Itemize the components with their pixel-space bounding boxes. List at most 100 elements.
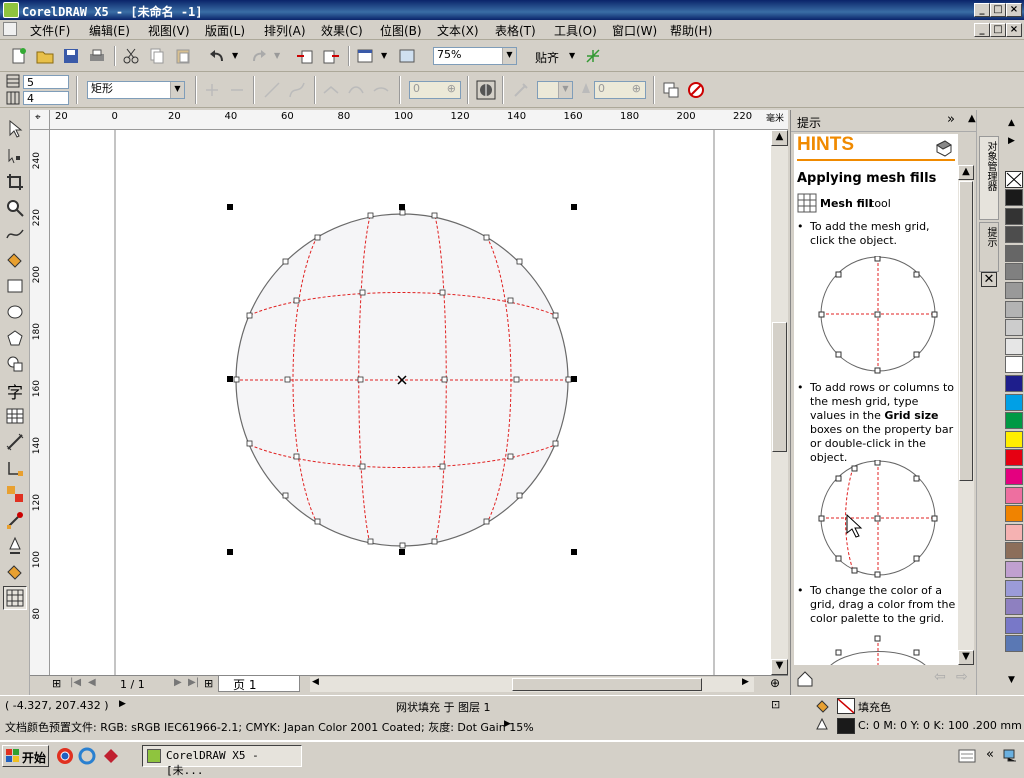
basic-shapes-tool-icon[interactable] [5, 354, 25, 374]
first-page-icon[interactable]: |◀ [70, 677, 81, 688]
doc-minimize-button[interactable]: _ [974, 23, 990, 37]
dimension-tool-icon[interactable] [5, 432, 25, 452]
scroll-right-button[interactable]: ▶ [742, 677, 749, 687]
keyboard-icon[interactable] [958, 749, 976, 763]
convert-to-curve-icon[interactable] [288, 81, 306, 99]
launcher-dropdown-arrow[interactable]: ▼ [381, 51, 387, 60]
blend-tool-icon[interactable] [5, 484, 25, 504]
cusp-node-icon[interactable] [322, 81, 340, 99]
table-tool-icon[interactable] [5, 406, 25, 426]
navigator-zoom-icon[interactable]: ⊕ [770, 676, 780, 690]
quicklaunch-app-icon[interactable] [102, 747, 120, 765]
crop-tool-icon[interactable] [5, 172, 25, 192]
export-icon[interactable] [322, 47, 340, 65]
color-swatch[interactable] [1005, 505, 1023, 523]
next-page-icon[interactable]: ▶ [174, 677, 182, 688]
print-icon[interactable] [88, 47, 106, 65]
color-swatch[interactable] [1005, 542, 1023, 560]
book-icon[interactable] [935, 140, 953, 158]
shape-tool-icon[interactable] [5, 146, 25, 166]
color-swatch[interactable] [1005, 319, 1023, 337]
scroll-left-button[interactable]: ◀ [312, 677, 319, 687]
paste-icon[interactable] [174, 47, 192, 65]
outline-color-swatch[interactable] [837, 718, 855, 734]
menu-view[interactable]: 视图(V) [148, 22, 190, 39]
zoom-level-dropdown[interactable]: 75% ▼ [433, 47, 517, 65]
color-swatch[interactable] [1005, 635, 1023, 653]
redo-icon[interactable] [250, 47, 268, 65]
scroll-down-button[interactable]: ▼ [771, 659, 788, 675]
palette-scroll-up-icon[interactable]: ▲ [1008, 118, 1015, 128]
internet-explorer-icon[interactable] [78, 747, 96, 765]
document-icon[interactable] [3, 22, 17, 36]
color-swatch[interactable] [1005, 412, 1023, 430]
blend-mode-dropdown[interactable]: ▼ [537, 81, 573, 99]
undo-icon[interactable] [208, 47, 226, 65]
copy-icon[interactable] [148, 47, 166, 65]
curve-smoothness-input[interactable]: 0 ⊕ [409, 81, 461, 99]
slider-icon[interactable]: ⊕ [632, 82, 641, 96]
network-icon[interactable] [1002, 748, 1020, 764]
coords-arrow-icon[interactable]: ▶ [119, 699, 126, 709]
snap-to-label[interactable]: 贴齐 [535, 49, 559, 66]
connector-tool-icon[interactable] [5, 458, 25, 478]
maximize-button[interactable]: □ [990, 3, 1006, 17]
tab-object-manager[interactable]: 对象管理器 [979, 136, 999, 220]
chevron-down-icon[interactable]: ▼ [170, 82, 184, 98]
hints-scroll-down[interactable]: ▼ [958, 650, 974, 665]
ruler-origin[interactable]: ⌖ [30, 110, 50, 130]
options-icon[interactable] [584, 47, 602, 65]
vertical-scroll-thumb[interactable] [772, 322, 787, 452]
fill-bucket-icon[interactable] [815, 698, 831, 714]
color-swatch[interactable] [1005, 449, 1023, 467]
open-folder-icon[interactable] [36, 47, 54, 65]
color-swatch[interactable] [1005, 486, 1023, 504]
chevron-down-icon[interactable]: ▼ [502, 48, 516, 64]
close-button[interactable]: × [1006, 3, 1022, 17]
no-color-swatch[interactable] [1005, 171, 1023, 188]
back-arrow-icon[interactable]: ⇦ [934, 669, 946, 685]
mesh-fill-tool-active[interactable] [3, 586, 27, 610]
canvas-vertical-scrollbar[interactable]: ▲ ▼ [771, 130, 788, 675]
chrome-browser-icon[interactable] [56, 747, 74, 765]
convert-to-line-icon[interactable] [263, 81, 281, 99]
color-swatch[interactable] [1005, 523, 1023, 541]
color-swatch[interactable] [1005, 579, 1023, 597]
add-page-icon[interactable]: ⊞ [52, 677, 61, 690]
expand-docker-icon[interactable]: » [947, 112, 955, 127]
menu-bitmaps[interactable]: 位图(B) [380, 22, 422, 39]
color-swatch[interactable] [1005, 356, 1023, 374]
doc-close-button[interactable]: × [1006, 23, 1022, 37]
close-tab-icon[interactable]: ✕ [981, 272, 997, 287]
clear-mesh-icon[interactable] [687, 81, 705, 99]
symmetrical-node-icon[interactable] [372, 81, 390, 99]
menu-file[interactable]: 文件(F) [30, 22, 70, 39]
welcome-screen-icon[interactable] [398, 47, 416, 65]
fill-color-swatch[interactable] [837, 698, 855, 714]
color-swatch[interactable] [1005, 430, 1023, 448]
menu-edit[interactable]: 编辑(E) [89, 22, 130, 39]
color-eyedropper-icon[interactable] [5, 510, 25, 530]
hints-scrollbar[interactable]: ▲ ▼ [958, 165, 974, 665]
profile-arrow-icon[interactable]: ▶ [504, 719, 511, 729]
color-swatch[interactable] [1005, 300, 1023, 318]
palette-scroll-down-icon[interactable]: ▼ [1008, 675, 1015, 685]
add-page-after-icon[interactable]: ⊞ [204, 677, 213, 690]
last-page-icon[interactable]: ▶| [188, 677, 199, 688]
forward-arrow-icon[interactable]: ⇨ [956, 669, 968, 685]
menu-tools[interactable]: 工具(O) [554, 22, 597, 39]
fill-bucket-icon[interactable] [5, 562, 25, 582]
color-swatch[interactable] [1005, 207, 1023, 225]
mesh-filled-circle[interactable] [233, 209, 572, 549]
horizontal-scroll-thumb[interactable] [512, 678, 702, 691]
document-color-profile[interactable]: 文档颜色预置文件: RGB: sRGB IEC61966-2.1; CMYK: … [5, 719, 534, 735]
color-swatch[interactable] [1005, 561, 1023, 578]
color-swatch[interactable] [1005, 337, 1023, 355]
drawing-canvas[interactable] [50, 130, 771, 675]
taskbar-coreldraw-window[interactable]: CorelDRAW X5 - [未... [142, 745, 302, 777]
menu-layout[interactable]: 版面(L) [205, 22, 245, 39]
horizontal-scrollbar[interactable]: ◀ ▶ [310, 677, 754, 692]
delete-node-icon[interactable] [228, 81, 246, 99]
drawing-area-svg[interactable] [50, 130, 771, 675]
color-swatch[interactable] [1005, 226, 1023, 244]
